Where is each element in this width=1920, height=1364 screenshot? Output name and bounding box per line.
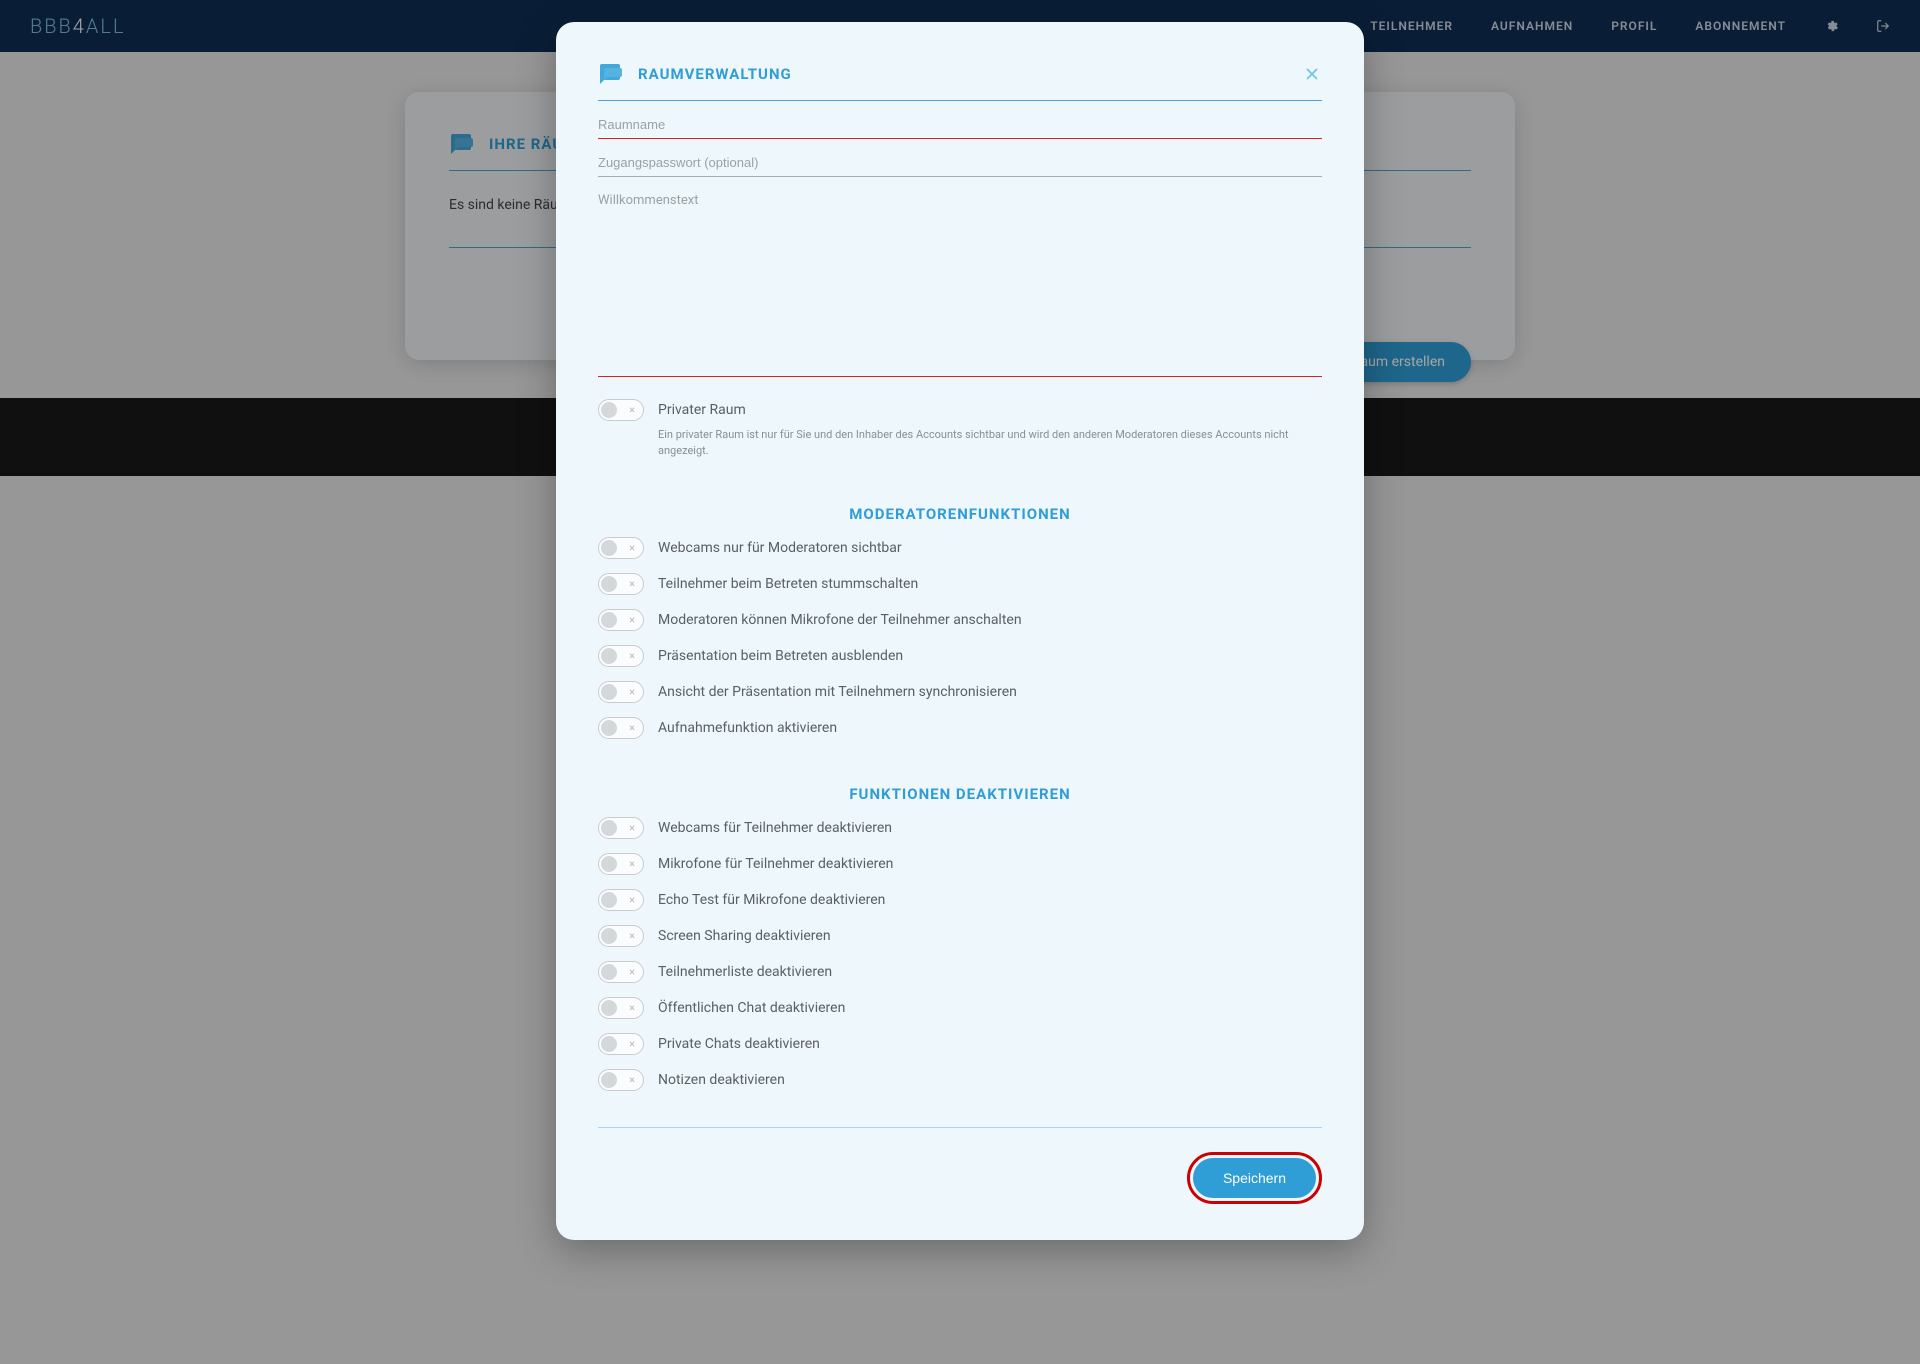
toggle-mod-syncpres: × Ansicht der Präsentation mit Teilnehme… <box>598 681 1322 703</box>
toggle-deact-screen-switch[interactable]: × <box>598 925 644 947</box>
toggle-deact-echo-label: Echo Test für Mikrofone deaktivieren <box>658 889 885 911</box>
toggle-deact-notes: × Notizen deaktivieren <box>598 1069 1322 1091</box>
section-deactivate: FUNKTIONEN DEAKTIVIEREN <box>598 785 1322 803</box>
toggle-mod-syncpres-label: Ansicht der Präsentation mit Teilnehmern… <box>658 681 1017 703</box>
modal-footer: Speichern <box>598 1152 1322 1204</box>
toggle-mod-hidepres-label: Präsentation beim Betreten ausblenden <box>658 645 903 667</box>
modal-divider <box>598 1127 1322 1128</box>
toggle-deact-screen: × Screen Sharing deaktivieren <box>598 925 1322 947</box>
close-icon[interactable] <box>1302 64 1322 84</box>
toggle-deact-notes-label: Notizen deaktivieren <box>658 1069 785 1091</box>
toggle-deact-mics-switch[interactable]: × <box>598 853 644 875</box>
room-name-input[interactable] <box>598 101 1322 139</box>
toggle-mod-syncpres-switch[interactable]: × <box>598 681 644 703</box>
toggle-deact-privchat-label: Private Chats deaktivieren <box>658 1033 820 1055</box>
toggle-deact-notes-switch[interactable]: × <box>598 1069 644 1091</box>
toggle-deact-webcams-label: Webcams für Teilnehmer deaktivieren <box>658 817 892 839</box>
toggle-deact-list-switch[interactable]: × <box>598 961 644 983</box>
welcome-text-input[interactable] <box>598 177 1322 377</box>
toggle-deact-mics-label: Mikrofone für Teilnehmer deaktivieren <box>658 853 893 875</box>
modal-title: RAUMVERWALTUNG <box>638 65 792 83</box>
toggle-deact-echo-switch[interactable]: × <box>598 889 644 911</box>
chat-icon <box>598 62 622 86</box>
toggle-deact-list-label: Teilnehmerliste deaktivieren <box>658 961 832 983</box>
toggle-deact-webcams: × Webcams für Teilnehmer deaktivieren <box>598 817 1322 839</box>
toggle-private-room: × Privater Raum Ein privater Raum ist nu… <box>598 399 1322 459</box>
toggle-private-room-textwrap: Privater Raum Ein privater Raum ist nur … <box>658 399 1322 459</box>
toggle-mod-mute-switch[interactable]: × <box>598 573 644 595</box>
toggle-mod-mute-label: Teilnehmer beim Betreten stummschalten <box>658 573 918 595</box>
save-button[interactable]: Speichern <box>1193 1158 1316 1198</box>
toggle-mod-record-label: Aufnahmefunktion aktivieren <box>658 717 837 739</box>
toggle-private-room-desc: Ein privater Raum ist nur für Sie und de… <box>658 427 1322 459</box>
toggle-deact-list: × Teilnehmerliste deaktivieren <box>598 961 1322 983</box>
toggle-deact-privchat-switch[interactable]: × <box>598 1033 644 1055</box>
toggle-private-room-label: Privater Raum <box>658 399 1322 421</box>
toggle-mod-mute: × Teilnehmer beim Betreten stummschalten <box>598 573 1322 595</box>
toggle-deact-pubchat-label: Öffentlichen Chat deaktivieren <box>658 997 845 1019</box>
toggle-deact-privchat: × Private Chats deaktivieren <box>598 1033 1322 1055</box>
toggle-mod-unmute-label: Moderatoren können Mikrofone der Teilneh… <box>658 609 1022 631</box>
toggle-mod-unmute-switch[interactable]: × <box>598 609 644 631</box>
save-button-highlight: Speichern <box>1187 1152 1322 1204</box>
toggle-mod-record: × Aufnahmefunktion aktivieren <box>598 717 1322 739</box>
room-password-input[interactable] <box>598 139 1322 177</box>
toggle-mod-webcams: × Webcams nur für Moderatoren sichtbar <box>598 537 1322 559</box>
modal-header: RAUMVERWALTUNG <box>598 62 1322 101</box>
toggle-mod-webcams-switch[interactable]: × <box>598 537 644 559</box>
toggle-deact-screen-label: Screen Sharing deaktivieren <box>658 925 831 947</box>
toggle-mod-hidepres: × Präsentation beim Betreten ausblenden <box>598 645 1322 667</box>
toggle-deact-webcams-switch[interactable]: × <box>598 817 644 839</box>
toggle-mod-unmute: × Moderatoren können Mikrofone der Teiln… <box>598 609 1322 631</box>
toggle-deact-echo: × Echo Test für Mikrofone deaktivieren <box>598 889 1322 911</box>
room-modal: RAUMVERWALTUNG × Privater Raum Ein priva… <box>556 22 1364 1240</box>
section-moderator: MODERATORENFUNKTIONEN <box>598 505 1322 523</box>
toggle-mod-webcams-label: Webcams nur für Moderatoren sichtbar <box>658 537 902 559</box>
toggle-deact-pubchat: × Öffentlichen Chat deaktivieren <box>598 997 1322 1019</box>
toggle-mod-hidepres-switch[interactable]: × <box>598 645 644 667</box>
toggle-private-room-switch[interactable]: × <box>598 399 644 421</box>
toggle-deact-pubchat-switch[interactable]: × <box>598 997 644 1019</box>
toggle-deact-mics: × Mikrofone für Teilnehmer deaktivieren <box>598 853 1322 875</box>
toggle-mod-record-switch[interactable]: × <box>598 717 644 739</box>
